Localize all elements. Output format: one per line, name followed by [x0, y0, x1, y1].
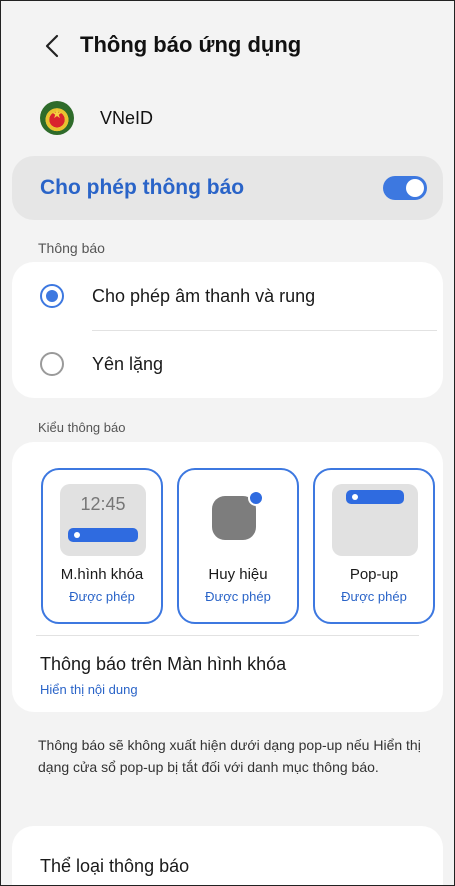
categories-label: Thể loại thông báo: [40, 856, 190, 876]
lock-screen-value: Hiển thị nội dung: [40, 682, 138, 697]
popup-info-text: Thông báo sẽ không xuất hiện dưới dạng p…: [38, 737, 421, 775]
toggle-knob: [406, 179, 424, 197]
notification-style-card: 12:45 M.hình khóa Được phép Huy hiệu Đượ…: [12, 442, 443, 712]
radio-unselected-icon[interactable]: [40, 352, 64, 376]
badge-dot-icon: [248, 490, 264, 506]
style-option-title: Pop-up: [349, 566, 399, 583]
notification-categories-row[interactable]: Thể loại thông báo: [12, 826, 443, 886]
style-option-status: Được phép: [341, 589, 407, 604]
style-option-popup[interactable]: Pop-up Được phép: [313, 468, 435, 624]
preview-time: 12:45: [80, 494, 126, 514]
radio-selected-icon[interactable]: [40, 284, 64, 308]
notification-bar-icon: [68, 528, 138, 542]
style-option-title: M.hình khóa: [60, 566, 144, 583]
option-label: Yên lặng: [92, 353, 164, 374]
back-button[interactable]: [40, 32, 64, 60]
option-label: Cho phép âm thanh và rung: [92, 285, 316, 306]
allow-notifications-label: Cho phép thông báo: [40, 176, 245, 199]
styles-section-label: Kiểu thông báo: [38, 420, 126, 435]
lock-screen-title: Thông báo trên Màn hình khóa: [40, 654, 287, 674]
style-option-lock-screen[interactable]: 12:45 M.hình khóa Được phép: [41, 468, 163, 624]
style-option-title: Huy hiệu: [208, 566, 268, 583]
style-option-status: Được phép: [69, 589, 135, 604]
popup-preview: [332, 484, 418, 556]
option-sound-vibrate[interactable]: Cho phép âm thanh và rung: [12, 262, 443, 330]
option-silent[interactable]: Yên lặng: [12, 330, 443, 398]
header: Thông báo ứng dụng: [0, 0, 455, 90]
app-info: VNeID: [40, 100, 153, 136]
divider: [36, 635, 419, 636]
notification-bar-icon: [346, 490, 404, 504]
lock-screen-preview: 12:45: [60, 484, 146, 556]
app-logo-icon: [40, 101, 74, 135]
notification-mode-card: Cho phép âm thanh và rung Yên lặng: [12, 262, 443, 398]
style-option-badge[interactable]: Huy hiệu Được phép: [177, 468, 299, 624]
notifications-section-label: Thông báo: [38, 240, 105, 256]
style-option-status: Được phép: [205, 589, 271, 604]
allow-notifications-toggle[interactable]: [383, 176, 427, 200]
allow-notifications-row[interactable]: Cho phép thông báo: [12, 156, 443, 220]
page-title: Thông báo ứng dụng: [80, 32, 302, 57]
app-name: VNeID: [100, 107, 154, 128]
chevron-left-icon: [45, 34, 59, 58]
